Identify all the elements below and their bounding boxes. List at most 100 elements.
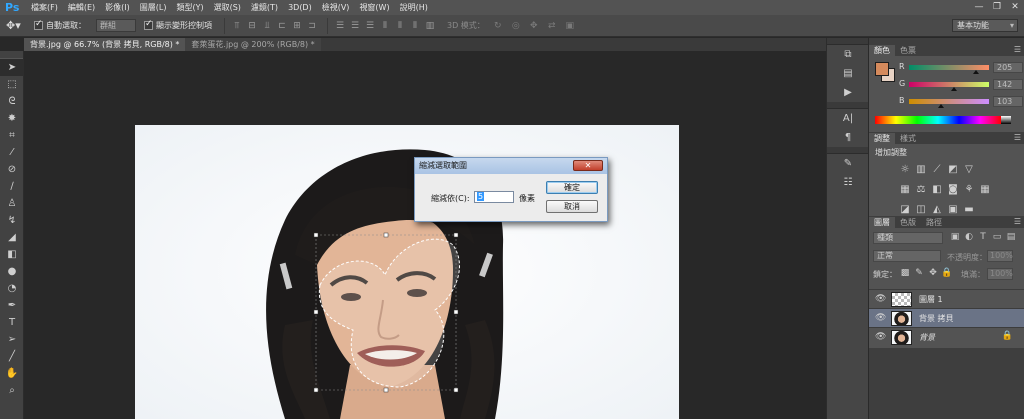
menu-filter[interactable]: 濾鏡(T) — [246, 0, 283, 15]
smart-object-filter-icon[interactable]: ▤ — [1005, 232, 1017, 242]
menu-type[interactable]: 類型(Y) — [171, 0, 208, 15]
distribute-right-icon[interactable]: ⦀ — [409, 20, 421, 32]
color-lookup-icon[interactable]: ▦ — [979, 184, 991, 196]
distribute-vcenter-icon[interactable]: ☰ — [349, 20, 361, 32]
distribute-bottom-icon[interactable]: ☰ — [364, 20, 376, 32]
dialog-close-button[interactable]: ✕ — [573, 160, 603, 171]
lock-all-icon[interactable]: 🔒 — [941, 268, 953, 278]
menu-window[interactable]: 視窗(W) — [354, 0, 394, 15]
layer-row[interactable]: 👁 背景 🔒 — [869, 327, 1024, 346]
clone-stamp-tool-icon[interactable]: ♙ — [0, 195, 24, 212]
path-select-tool-icon[interactable]: ➢ — [0, 331, 24, 348]
menu-select[interactable]: 選取(S) — [209, 0, 246, 15]
tab-styles[interactable]: 樣式 — [895, 133, 921, 144]
blur-tool-icon[interactable]: ● — [0, 263, 24, 280]
layer-kind-filter[interactable]: 種類 — [873, 232, 943, 244]
restore-button[interactable]: ❐ — [988, 0, 1006, 15]
panel-menu-icon[interactable]: ☰ — [1014, 45, 1021, 54]
visibility-eye-icon[interactable]: 👁 — [875, 294, 886, 304]
invert-icon[interactable]: ◪ — [899, 204, 911, 216]
brush-presets-icon[interactable]: ☷ — [827, 173, 869, 192]
show-transform-checkbox[interactable] — [144, 19, 153, 30]
tab-adjustments[interactable]: 調整 — [869, 133, 895, 144]
align-vcenter-icon[interactable]: ⊟ — [246, 20, 258, 32]
actions-panel-icon[interactable]: ▶ — [827, 83, 869, 102]
color-balance-icon[interactable]: ⚖ — [915, 184, 927, 196]
panel-grip[interactable] — [827, 38, 868, 45]
workspace-dropdown[interactable]: 基本功能 — [952, 19, 1018, 32]
close-button[interactable]: ✕ — [1006, 0, 1024, 15]
grayscale-ramp[interactable] — [1001, 116, 1011, 124]
roll-3d-icon[interactable]: ◎ — [509, 21, 523, 31]
tab-layers[interactable]: 圖層 — [869, 217, 895, 228]
shape-filter-icon[interactable]: ▭ — [991, 232, 1003, 242]
posterize-icon[interactable]: ◫ — [915, 204, 927, 216]
contract-by-input[interactable]: 5 — [474, 191, 514, 203]
marquee-tool-icon[interactable]: ⬚ — [0, 76, 24, 93]
menu-view[interactable]: 檢視(V) — [317, 0, 355, 15]
black-white-icon[interactable]: ◧ — [931, 184, 943, 196]
pixel-filter-icon[interactable]: ▣ — [949, 232, 961, 242]
history-brush-tool-icon[interactable]: ↯ — [0, 212, 24, 229]
auto-select-option[interactable]: 自動選取： — [34, 19, 86, 31]
type-filter-icon[interactable]: T — [977, 232, 989, 242]
tab-document-active[interactable]: 背景.jpg @ 66.7% (背景 拷貝, RGB/8) * — [24, 38, 186, 51]
photo-filter-icon[interactable]: ◙ — [947, 184, 959, 196]
blue-value-field[interactable]: 103 — [993, 96, 1023, 107]
opacity-field[interactable]: 100% — [987, 250, 1013, 262]
gradient-map-icon[interactable]: ▬ — [963, 204, 975, 216]
green-value-field[interactable]: 142 — [993, 79, 1023, 90]
crop-tool-icon[interactable]: ⌗ — [0, 127, 24, 144]
pen-tool-icon[interactable]: ✒ — [0, 297, 24, 314]
tab-paths[interactable]: 路徑 — [921, 217, 947, 228]
gradient-tool-icon[interactable]: ◧ — [0, 246, 24, 263]
brush-panel-icon[interactable]: ✎ — [827, 154, 869, 173]
auto-align-icon[interactable]: ▥ — [424, 20, 436, 32]
blue-slider[interactable] — [909, 99, 989, 104]
levels-icon[interactable]: ▥ — [915, 164, 927, 176]
align-top-icon[interactable]: ⫪ — [231, 20, 243, 32]
layer-row[interactable]: 👁 背景 拷貝 — [869, 308, 1024, 327]
dodge-tool-icon[interactable]: ◔ — [0, 280, 24, 297]
curves-icon[interactable]: ⟋ — [931, 164, 943, 176]
threshold-icon[interactable]: ◭ — [931, 204, 943, 216]
auto-select-checkbox[interactable] — [34, 19, 43, 30]
distribute-left-icon[interactable]: ⦀ — [379, 20, 391, 32]
exposure-icon[interactable]: ◩ — [947, 164, 959, 176]
panel-menu-icon[interactable]: ☰ — [1014, 133, 1021, 142]
panel-menu-icon[interactable]: ☰ — [1014, 217, 1021, 226]
menu-layer[interactable]: 圖層(L) — [135, 0, 172, 15]
toolbar-grip[interactable] — [0, 51, 23, 59]
dialog-title-bar[interactable]: 縮減選取範圍 ✕ — [415, 158, 607, 174]
character-panel-icon[interactable]: A| — [827, 109, 869, 128]
fill-field[interactable]: 100% — [987, 268, 1013, 280]
blend-mode-dropdown[interactable]: 正常 — [873, 250, 941, 262]
menu-file[interactable]: 檔案(F) — [26, 0, 63, 15]
layer-row[interactable]: 👁 圖層 1 — [869, 289, 1024, 308]
panel-grip[interactable] — [827, 147, 868, 154]
type-tool-icon[interactable]: T — [0, 314, 24, 331]
tab-document-2[interactable]: 套萊蛋花.jpg @ 200% (RGB/8) * — [185, 38, 321, 51]
brush-tool-icon[interactable]: ∕ — [0, 178, 24, 195]
lock-position-icon[interactable]: ✥ — [927, 268, 939, 278]
red-slider-thumb[interactable] — [973, 70, 979, 74]
slide-3d-icon[interactable]: ⇄ — [545, 21, 559, 31]
adjustment-filter-icon[interactable]: ◐ — [963, 232, 975, 242]
visibility-eye-icon[interactable]: 👁 — [875, 313, 886, 323]
history-panel-icon[interactable]: ⧉ — [827, 45, 869, 64]
canvas-area[interactable] — [25, 51, 826, 419]
align-right-icon[interactable]: ⊐ — [306, 20, 318, 32]
hue-saturation-icon[interactable]: ▦ — [899, 184, 911, 196]
cancel-button[interactable]: 取消 — [546, 200, 598, 213]
foreground-color-swatch[interactable] — [875, 62, 889, 76]
properties-panel-icon[interactable]: ▤ — [827, 64, 869, 83]
lock-image-icon[interactable]: ✎ — [913, 268, 925, 278]
menu-3d[interactable]: 3D(D) — [283, 0, 317, 15]
menu-edit[interactable]: 編輯(E) — [63, 0, 100, 15]
auto-select-target-dropdown[interactable]: 群組 — [96, 19, 136, 32]
eraser-tool-icon[interactable]: ◢ — [0, 229, 24, 246]
align-left-icon[interactable]: ⊏ — [276, 20, 288, 32]
blue-slider-thumb[interactable] — [938, 104, 944, 108]
vibrance-icon[interactable]: ▽ — [963, 164, 975, 176]
scale-3d-icon[interactable]: ▣ — [563, 21, 577, 31]
